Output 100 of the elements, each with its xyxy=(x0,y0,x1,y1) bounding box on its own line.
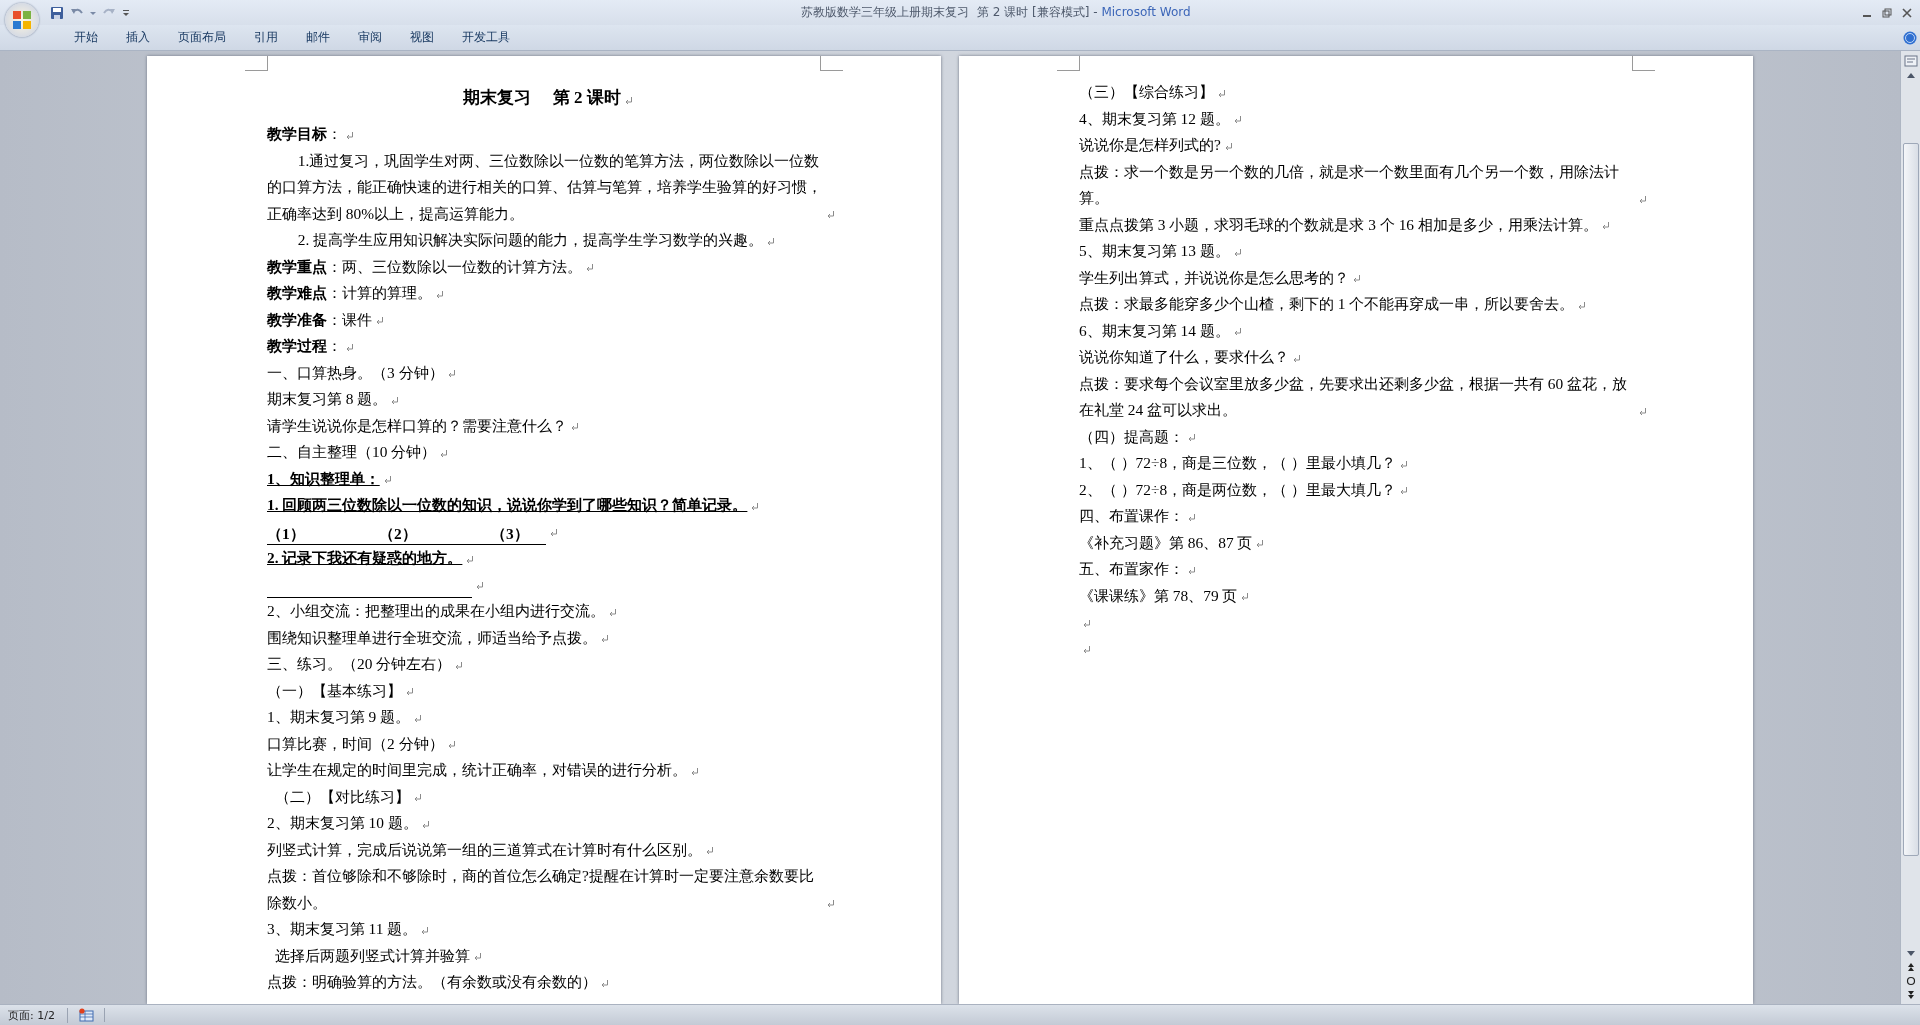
paragraph-text: 教学准备：课件 xyxy=(267,309,372,330)
paragraph-mark-icon xyxy=(623,96,633,105)
paragraph-text: 1.通过复习，巩固学生对两、三位数除以一位数的笔算方法，两位数除以一位数的口算方法，能正确快速的进行相关的口算、估算与笔算，培养学生验算的好习惯，正确率达到 80%以上，提高运算能力。 xyxy=(267,150,823,224)
paragraph-text: 二、自主整理（10 分钟） xyxy=(267,442,437,462)
paragraph-text: 教学重点：两、三位数除以一位数的计算方法。 xyxy=(267,256,582,277)
paragraph-mark-icon xyxy=(750,501,760,511)
crop-mark xyxy=(1057,56,1080,71)
paragraph-mark-icon xyxy=(705,846,714,855)
paragraph-mark-icon xyxy=(475,581,484,590)
blank-label: （3） xyxy=(491,524,530,544)
paragraph-text: 3、期末复习第 11 题。 xyxy=(267,919,418,939)
paragraph-text: 五、布置家作： xyxy=(1079,559,1184,579)
paragraph-text: 点拨：求最多能穿多少个山楂，剩下的 1 个不能再穿成一串，所以要舍去。 xyxy=(1079,294,1575,314)
paragraph-mark-icon xyxy=(1638,406,1647,416)
ribbon-tab[interactable]: 开始 xyxy=(60,27,112,48)
ribbon-tab[interactable]: 引用 xyxy=(240,27,292,48)
paragraph-text: 2. 提高学生应用知识解决实际问题的能力，提高学生学习数学的兴趣。 xyxy=(296,230,764,250)
paragraph-mark-icon xyxy=(1232,115,1242,124)
ribbon-tab[interactable]: 开发工具 xyxy=(448,27,524,48)
crop-mark xyxy=(820,56,843,71)
paragraph-mark-icon xyxy=(472,952,482,961)
paragraph-mark-icon xyxy=(1217,88,1226,98)
paragraph-text: （三）【综合练习】 xyxy=(1079,82,1214,102)
spelling-check-icon[interactable] xyxy=(77,1008,94,1022)
ribbon-tab[interactable]: 审阅 xyxy=(344,27,396,48)
paragraph-text: 说说你知道了什么，要求什么？ xyxy=(1079,347,1289,367)
window-title: 苏教版数学三年级上册期末复习 第 2 课时 [兼容模式] - Microsoft Word xyxy=(800,4,1192,21)
paragraph-mark-icon xyxy=(1398,486,1408,495)
scroll-down-icon[interactable] xyxy=(1905,950,1916,958)
paragraph-mark-icon xyxy=(1187,565,1196,575)
help-icon[interactable] xyxy=(1903,30,1917,45)
paragraph-text: 1、（ ）72÷8，商是三位数，（ ）里最小填几？ xyxy=(1079,453,1396,473)
paragraph-text: 选择后两题列竖式计算并验算 xyxy=(274,945,470,966)
paragraph-mark-icon xyxy=(1352,274,1361,283)
browse-object-icon[interactable] xyxy=(1905,976,1916,986)
paragraph-mark-icon xyxy=(600,634,609,643)
paragraph-mark-icon xyxy=(412,793,422,802)
close-icon[interactable] xyxy=(1902,7,1912,18)
paragraph-mark-icon xyxy=(439,448,449,458)
paragraph-mark-icon xyxy=(465,554,475,564)
paragraph-mark-icon xyxy=(345,130,354,140)
fill-in-line[interactable]: （1） （2） （3） xyxy=(267,524,546,545)
paragraph-text: 教学过程： xyxy=(267,336,342,356)
paragraph-mark-icon xyxy=(446,740,456,749)
paragraph-text: 2、期末复习第 10 题。 xyxy=(267,813,418,833)
paragraph-text: 围绕知识整理单进行全班交流，师适当给予点拨。 xyxy=(267,627,597,648)
paragraph-mark-icon xyxy=(690,766,699,776)
paragraph-text: 列竖式计算，完成后说说第一组的三道算式在计算时有什么区别。 xyxy=(267,839,702,860)
scroll-up-icon[interactable] xyxy=(1905,71,1916,79)
paragraph-mark-icon xyxy=(435,289,444,299)
paragraph-mark-icon xyxy=(1240,592,1250,601)
paragraph-mark-icon xyxy=(1232,247,1242,257)
paragraph-text: 点拨：首位够除和不够除时，商的首位怎么确定?提醒在计算时一定要注意余数要比除数小。 xyxy=(267,866,815,913)
paragraph-text: 重点点拨第 3 小题，求羽毛球的个数就是求 3 个 16 相加是多少，用乘法计算。 xyxy=(1079,214,1598,235)
ribbon-tab[interactable]: 邮件 xyxy=(292,27,344,48)
ribbon-tab[interactable]: 插入 xyxy=(112,27,164,48)
paragraph-mark-icon xyxy=(405,687,414,696)
paragraph-text: 《补充习题》第 86、87 页 xyxy=(1079,532,1253,553)
paragraph-text: 《课课练》第 78、79 页 xyxy=(1079,585,1238,606)
paragraph-mark-icon xyxy=(454,660,464,670)
next-page-icon[interactable] xyxy=(1905,990,1916,1000)
paragraph-mark-icon xyxy=(549,528,558,537)
paragraph-text: 1、期末复习第 9 题。 xyxy=(267,707,411,727)
paragraph-mark-icon xyxy=(1398,459,1408,469)
paragraph-mark-icon xyxy=(420,925,430,935)
logo-icon xyxy=(11,9,33,31)
paragraph-mark-icon xyxy=(1600,221,1610,230)
paragraph-mark-icon xyxy=(826,210,835,219)
paragraph-text: （一）【基本练习】 xyxy=(267,680,402,701)
paragraph-text: 点拨：求一个数是另一个数的几倍，就是求一个数里面有几个另一个数，用除法计算。 xyxy=(1079,161,1620,208)
paragraph-text: 三、练习。（20 分钟左右） xyxy=(267,654,452,674)
paragraph-mark-icon xyxy=(390,395,400,405)
paragraph-text: （四）提高题： xyxy=(1079,426,1184,447)
save-icon[interactable] xyxy=(50,5,64,20)
blank-label: （1） xyxy=(267,524,306,544)
scroll-thumb[interactable] xyxy=(1902,143,1919,856)
paragraph-mark-icon xyxy=(413,713,423,723)
paragraph-mark-icon xyxy=(420,819,430,829)
paragraph-text: 教学目标： xyxy=(267,124,342,144)
paragraph-mark-icon xyxy=(382,475,392,484)
paragraph-mark-icon xyxy=(1082,618,1091,628)
paragraph-text: 2. 记录下我还有疑惑的地方。 xyxy=(267,548,463,568)
ruler-toggle-icon[interactable] xyxy=(1903,55,1918,67)
paragraph-mark-icon xyxy=(1187,433,1196,442)
ribbon-tab[interactable]: 页面布局 xyxy=(164,27,240,48)
document-heading: 期末复习 第 2 课时 xyxy=(463,87,621,109)
previous-page-icon[interactable] xyxy=(1905,962,1916,972)
paragraph-mark-icon xyxy=(1577,300,1587,310)
ribbon-tab[interactable]: 视图 xyxy=(396,27,448,48)
paragraph-text: 让学生在规定的时间里完成，统计正确率，对错误的进行分析。 xyxy=(267,760,687,780)
office-button[interactable] xyxy=(5,3,39,37)
paragraph-text: （二）【对比练习】 xyxy=(274,786,410,807)
vertical-scrollbar[interactable] xyxy=(1900,51,1920,1004)
blank-label: （2） xyxy=(379,524,418,544)
restore-icon[interactable] xyxy=(1882,7,1892,18)
paragraph-mark-icon xyxy=(1223,141,1233,151)
paragraph-mark-icon xyxy=(1082,645,1091,654)
paragraph-mark-icon xyxy=(600,978,609,988)
page-count[interactable]: 页面: 1/2 xyxy=(0,1007,68,1023)
paragraph-mark-icon xyxy=(345,342,354,352)
